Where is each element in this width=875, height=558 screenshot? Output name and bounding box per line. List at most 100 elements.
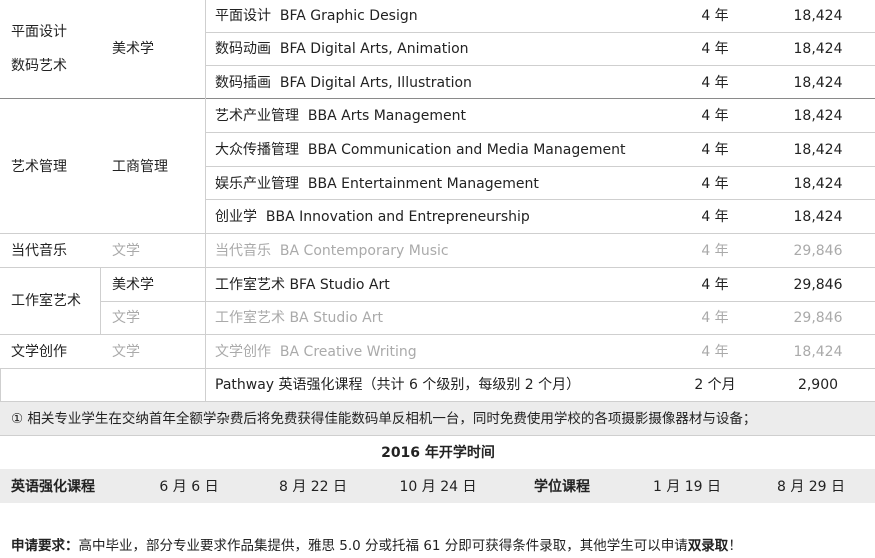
- rule: [0, 98, 875, 99]
- program-name-cn: 工作室艺术: [215, 277, 285, 293]
- program-name-cn: 文学创作: [215, 344, 271, 360]
- degree-type: 文学: [112, 344, 140, 360]
- requirements-highlight: 双录取: [687, 538, 729, 554]
- program-fee: 29,846: [793, 310, 843, 326]
- requirements-end: ！: [728, 538, 742, 554]
- program-name-en: BA Studio Art: [289, 310, 383, 326]
- rule: [205, 98, 206, 401]
- program-name-cn: 数码插画: [215, 75, 271, 91]
- pathway-program: Pathway 英语强化课程（共计 6 个级别，每级别 2 个月）: [215, 377, 581, 393]
- degree-label: 学位课程: [534, 479, 590, 495]
- program-fee: 18,424: [793, 209, 843, 225]
- program-duration: 4 年: [701, 142, 729, 158]
- schedule-title: 2016 年开学时间: [381, 445, 495, 461]
- program-name: 创业学 BBA Innovation and Entrepreneurship: [215, 208, 530, 226]
- rule: [0, 233, 875, 234]
- program-name: 娱乐产业管理 BBA Entertainment Management: [215, 175, 539, 193]
- program-name-cn: 娱乐产业管理: [215, 176, 299, 192]
- category-label: 数码艺术: [11, 58, 67, 74]
- rule: [205, 65, 875, 66]
- degree-type: 美术学: [112, 277, 154, 293]
- esl-date: 6 月 6 日: [159, 479, 219, 495]
- rule: [205, 32, 875, 33]
- program-name: 工作室艺术 BA Studio Art: [215, 309, 383, 327]
- category-label: 当代音乐: [11, 243, 67, 259]
- program-duration: 4 年: [701, 41, 729, 57]
- esl-date: 10 月 24 日: [399, 479, 477, 495]
- note-text: ① 相关专业学生在交纳首年全额学杂费后将免费获得佳能数码单反相机一台，同时免费使…: [11, 411, 757, 427]
- rule: [205, 132, 875, 133]
- program-fee: 18,424: [793, 142, 843, 158]
- program-name-en: BBA Arts Management: [307, 108, 466, 124]
- esl-date: 8 月 22 日: [278, 479, 348, 495]
- program-name: 大众传播管理 BBA Communication and Media Manag…: [215, 141, 625, 159]
- category-label: 艺术管理: [11, 159, 67, 175]
- program-fee: 18,424: [793, 41, 843, 57]
- program-fee: 18,424: [793, 176, 843, 192]
- rule: [0, 368, 1, 401]
- program-name-en: BA Creative Writing: [279, 344, 417, 360]
- degree-date: 1 月 19 日: [652, 479, 722, 495]
- program-name-cn: 平面设计: [215, 8, 271, 24]
- program-name-en: BBA Innovation and Entrepreneurship: [265, 209, 530, 225]
- degree-type: 文学: [112, 243, 140, 259]
- program-name-en: BBA Communication and Media Management: [307, 142, 626, 158]
- program-name: 数码插画 BFA Digital Arts, Illustration: [215, 74, 472, 92]
- category-label: 工作室艺术: [11, 293, 81, 309]
- category-label: 文学创作: [11, 344, 67, 360]
- program-duration: 4 年: [701, 8, 729, 24]
- program-fee: 2,900: [797, 377, 839, 393]
- program-name: 工作室艺术 BFA Studio Art: [215, 276, 390, 294]
- program-name-en: BBA Entertainment Management: [307, 176, 539, 192]
- program-name-cn: 大众传播管理: [215, 142, 299, 158]
- program-name-cn: 数码动画: [215, 41, 271, 57]
- program-duration: 4 年: [701, 75, 729, 91]
- program-name-cn: 创业学: [215, 209, 257, 225]
- program-fee: 18,424: [793, 344, 843, 360]
- program-fee: 18,424: [793, 8, 843, 24]
- rule: [0, 267, 875, 268]
- program-duration: 4 年: [701, 209, 729, 225]
- rule: [100, 301, 875, 302]
- rule: [0, 368, 875, 369]
- program-duration: 4 年: [701, 176, 729, 192]
- program-duration: 2 个月: [694, 377, 736, 393]
- program-fee: 18,424: [793, 108, 843, 124]
- rule: [100, 267, 101, 334]
- rule: [205, 166, 875, 167]
- program-fee: 29,846: [793, 243, 843, 259]
- program-duration: 4 年: [701, 108, 729, 124]
- requirements: 申请要求：高中毕业，部分专业要求作品集提供，雅思 5.0 分或托福 61 分即可…: [11, 537, 742, 555]
- program-duration: 4 年: [701, 277, 729, 293]
- program-name-cn: 当代音乐: [215, 243, 271, 259]
- requirements-text: 高中毕业，部分专业要求作品集提供，雅思 5.0 分或托福 61 分即可获得条件录…: [78, 538, 688, 554]
- program-name-en: BA Contemporary Music: [279, 243, 449, 259]
- program-fee: 29,846: [793, 277, 843, 293]
- rule: [205, 199, 875, 200]
- program-name-en: BFA Studio Art: [289, 277, 390, 293]
- program-duration: 4 年: [701, 310, 729, 326]
- program-name-en: BFA Digital Arts, Animation: [279, 41, 469, 57]
- program-name: 文学创作 BA Creative Writing: [215, 343, 417, 361]
- esl-label: 英语强化课程: [11, 479, 95, 495]
- program-name: 数码动画 BFA Digital Arts, Animation: [215, 40, 469, 58]
- degree-type: 美术学: [112, 41, 154, 57]
- rule: [0, 435, 875, 436]
- program-name-cn: 艺术产业管理: [215, 108, 299, 124]
- program-name: 平面设计 BFA Graphic Design: [215, 7, 418, 25]
- degree-type: 文学: [112, 310, 140, 326]
- rule: [205, 0, 206, 98]
- program-duration: 4 年: [701, 243, 729, 259]
- program-name-cn: 工作室艺术: [215, 310, 285, 326]
- program-name-en: BFA Graphic Design: [279, 8, 418, 24]
- program-name-en: BFA Digital Arts, Illustration: [279, 75, 472, 91]
- program-duration: 4 年: [701, 344, 729, 360]
- program-fee: 18,424: [793, 75, 843, 91]
- requirements-label: 申请要求：: [11, 538, 79, 554]
- category-label: 平面设计: [11, 24, 67, 40]
- degree-date: 8 月 29 日: [776, 479, 846, 495]
- rule: [0, 334, 875, 335]
- program-name: 艺术产业管理 BBA Arts Management: [215, 107, 466, 125]
- program-name: 当代音乐 BA Contemporary Music: [215, 242, 449, 260]
- degree-type: 工商管理: [112, 159, 168, 175]
